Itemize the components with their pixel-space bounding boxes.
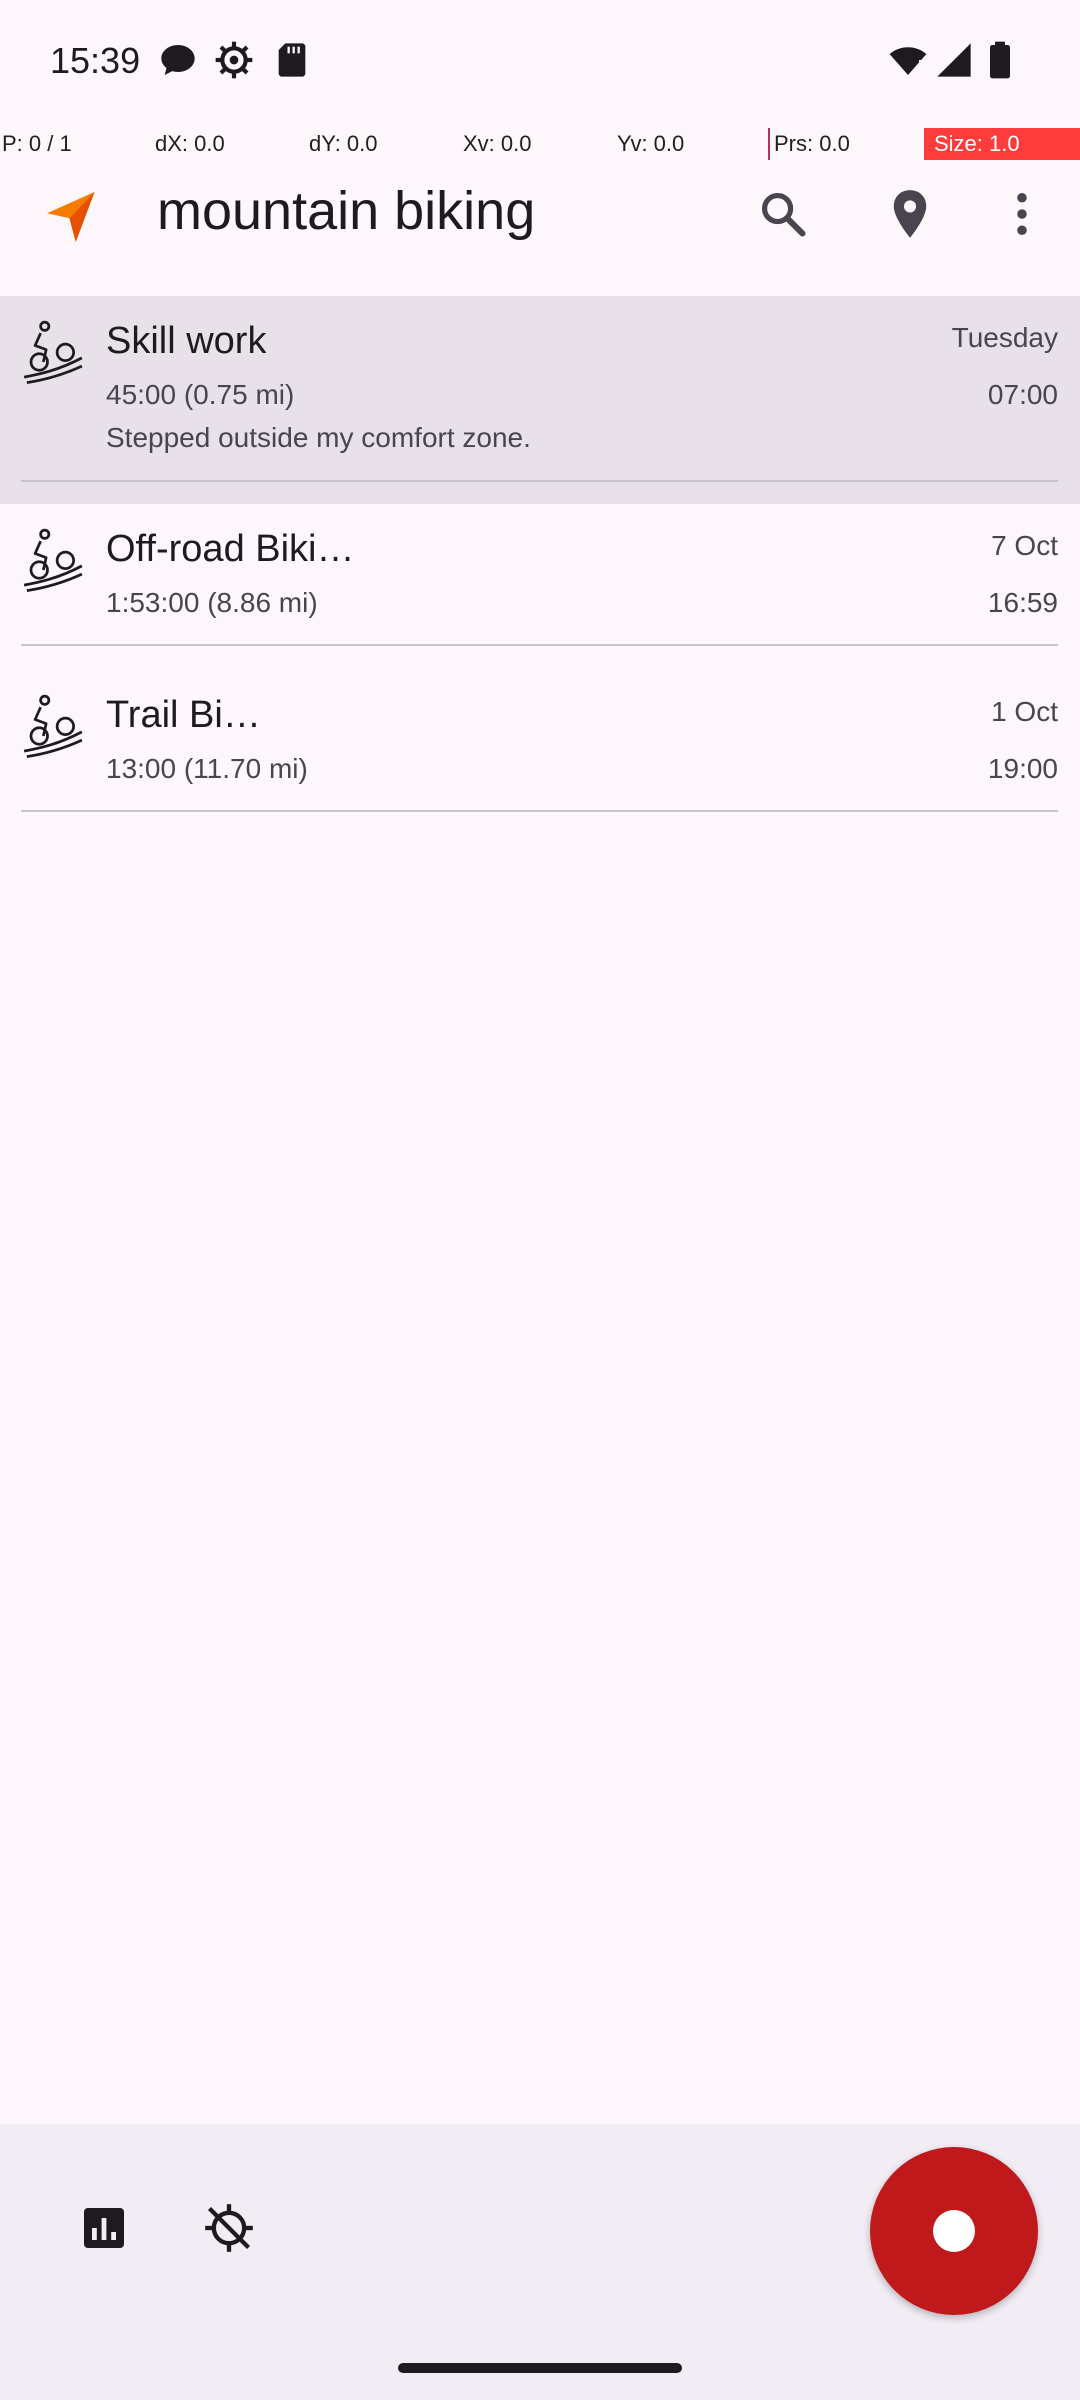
debug-dx: dX: 0.0 xyxy=(155,131,225,156)
record-button[interactable] xyxy=(870,2147,1038,2315)
chat-bubble-icon xyxy=(158,40,198,80)
track-list[interactable]: Skill work Tuesday 45:00 (0.75 mi) 07:00… xyxy=(0,296,1080,836)
map-markers-button[interactable] xyxy=(874,180,946,252)
statistics-button[interactable] xyxy=(68,2194,140,2266)
app-bar: mountain biking xyxy=(0,160,1080,295)
debug-prs: Prs: 0.0 xyxy=(768,128,850,160)
track-title: Off-road Biki… xyxy=(106,528,355,570)
track-date: 1 Oct xyxy=(991,696,1058,727)
track-duration-distance: 1:53:00 (8.86 mi) xyxy=(106,587,318,618)
status-time: 15:39 xyxy=(50,40,141,81)
track-time: 19:00 xyxy=(987,753,1058,784)
app-logo-icon xyxy=(42,187,102,247)
debug-dy: dY: 0.0 xyxy=(309,131,378,156)
track-duration-distance: 13:00 (11.70 mi) xyxy=(106,753,308,784)
sd-card-icon xyxy=(272,40,312,80)
mountain-biking-icon xyxy=(20,692,86,758)
track-title: Skill work xyxy=(106,320,267,362)
track-row[interactable]: Off-road Biki… 7 Oct 1:53:00 (8.86 mi) 1… xyxy=(0,504,1080,670)
search-icon xyxy=(757,188,809,245)
more-vert-icon xyxy=(996,188,1048,245)
battery-icon xyxy=(980,40,1020,80)
page-title: mountain biking xyxy=(157,181,536,241)
row-divider xyxy=(21,480,1058,482)
track-row[interactable]: Skill work Tuesday 45:00 (0.75 mi) 07:00… xyxy=(0,296,1080,504)
track-title: Trail Bi… xyxy=(106,694,261,736)
mountain-biking-icon xyxy=(20,526,86,592)
pointer-debug-overlay: P: 0 / 1 dX: 0.0 dY: 0.0 Xv: 0.0 Yv: 0.0… xyxy=(0,128,1080,160)
mountain-biking-icon xyxy=(20,318,86,384)
debug-size: Size: 1.0 xyxy=(924,128,1080,160)
bar-chart-icon xyxy=(80,2204,128,2257)
track-date: 7 Oct xyxy=(991,530,1058,561)
track-duration-distance: 45:00 (0.75 mi) xyxy=(106,379,295,410)
row-divider xyxy=(21,810,1058,812)
gear-icon xyxy=(214,40,254,80)
track-time: 16:59 xyxy=(987,587,1058,618)
track-time: 07:00 xyxy=(987,379,1058,410)
debug-yv: Yv: 0.0 xyxy=(617,131,685,156)
debug-xv: Xv: 0.0 xyxy=(463,131,532,156)
debug-pointer: P: 0 / 1 xyxy=(2,131,72,156)
overflow-menu-button[interactable] xyxy=(986,180,1058,252)
map-marker-icon xyxy=(884,188,936,245)
gesture-nav-handle[interactable] xyxy=(398,2363,682,2373)
gps-toggle-button[interactable] xyxy=(193,2194,265,2266)
row-divider xyxy=(21,644,1058,646)
track-date: Tuesday xyxy=(951,322,1058,353)
track-row[interactable]: Trail Bi… 1 Oct 13:00 (11.70 mi) 19:00 xyxy=(0,670,1080,836)
search-button[interactable] xyxy=(747,180,819,252)
signal-icon xyxy=(934,40,974,80)
record-icon xyxy=(933,2210,975,2252)
wifi-alert-icon xyxy=(888,40,928,80)
status-bar: 15:39 xyxy=(0,0,1080,130)
track-note: Stepped outside my comfort zone. xyxy=(106,422,531,453)
gps-off-icon xyxy=(203,2202,255,2259)
